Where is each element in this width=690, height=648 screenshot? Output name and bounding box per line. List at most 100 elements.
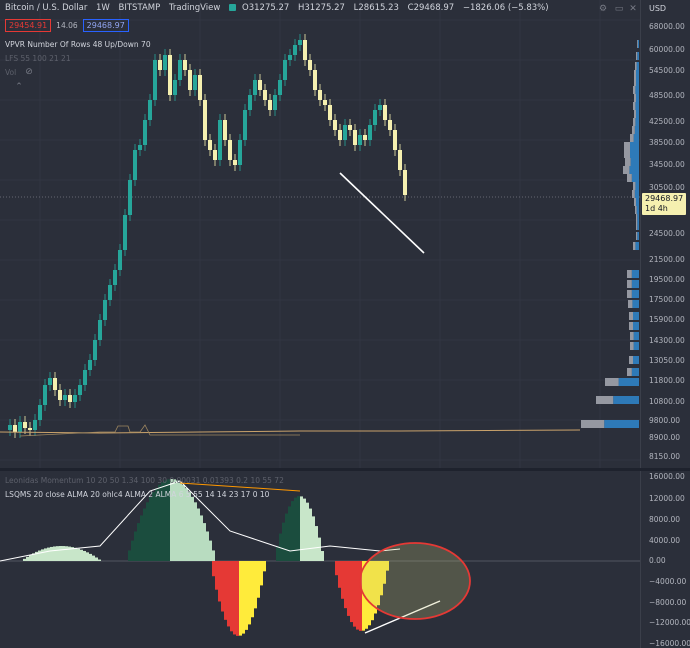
volume-profile-bar-down xyxy=(634,110,636,118)
price-tick: 30500.00 xyxy=(649,183,685,192)
symbol-name[interactable]: Bitcoin / U.S. Dollar xyxy=(5,3,87,13)
volume-profile-bar-up xyxy=(631,174,639,182)
candle xyxy=(293,45,297,55)
volume-profile-bar-down xyxy=(636,232,638,240)
volume-profile-bar-up xyxy=(637,52,639,60)
volume-profile-bar-down xyxy=(605,378,619,386)
eye-icon[interactable]: ⊘ xyxy=(24,67,34,77)
histogram-bar xyxy=(224,561,227,620)
volume-profile-bar-up xyxy=(633,332,639,340)
sell-price-button[interactable]: 29454.91 xyxy=(5,19,52,32)
candle xyxy=(183,60,187,70)
volume-profile-bar-down xyxy=(629,322,633,330)
interval[interactable]: 1W xyxy=(96,3,110,13)
volume-profile-bar-up xyxy=(635,86,639,94)
candle xyxy=(223,120,227,140)
price-tick: 19500.00 xyxy=(649,275,685,284)
histogram-bar xyxy=(353,561,356,627)
histogram-bar xyxy=(239,561,242,636)
histogram-bar xyxy=(209,540,212,561)
trade-panel: 29454.91 14.06 29468.97 xyxy=(5,19,129,32)
price-tick: 8150.00 xyxy=(649,452,681,461)
main-chart-pane[interactable]: Bitcoin / U.S. Dollar 1W BITSTAMP Tradin… xyxy=(0,0,640,468)
price-tick: 24500.00 xyxy=(649,229,685,238)
oscillator-axis[interactable]: 16000.00 12000.00 8000.00 4000.00 0.00 −4000.… xyxy=(640,471,690,648)
histogram-bar xyxy=(59,546,62,561)
histogram-bar xyxy=(300,496,303,561)
last-price-tag: 29468.97 1d 4h xyxy=(642,193,687,215)
low-value: L28615.23 xyxy=(353,3,399,13)
volume-profile-bar-up xyxy=(637,232,639,240)
maximize-icon[interactable]: ▭ xyxy=(614,4,624,14)
candle xyxy=(383,105,387,120)
vpvr-label[interactable]: VPVR Number Of Rows 48 Up/Down 70 xyxy=(5,40,151,49)
oscillator-tick: −4000.00 xyxy=(649,577,687,586)
momentum-label[interactable]: Leonidas Momentum 10 20 50 1.34 100 30 0… xyxy=(5,476,284,485)
price-tick: 17500.00 xyxy=(649,295,685,304)
vol-label[interactable]: Vol xyxy=(5,68,16,77)
volume-profile-bar-up xyxy=(637,214,639,222)
candle xyxy=(198,75,202,100)
volume-profile-bar-up xyxy=(635,102,639,110)
oscillator-tick: −12000.00 xyxy=(649,618,690,627)
candle xyxy=(8,425,12,430)
candle xyxy=(333,120,337,130)
price-axis[interactable]: USD 68000.00 60000.00 54500.00 48500.00 4250… xyxy=(640,0,690,468)
highlight-ellipse xyxy=(359,542,471,620)
volume-profile-bar-up xyxy=(618,378,639,386)
spread-value: 14.06 xyxy=(56,21,78,30)
price-tick: 60000.00 xyxy=(649,45,685,54)
volume-profile-bar-down xyxy=(630,134,634,142)
histogram-bar xyxy=(242,561,245,634)
histogram-bar xyxy=(146,502,149,561)
histogram-bar xyxy=(347,561,350,616)
candle xyxy=(193,75,197,90)
volume-profile-bar-down xyxy=(632,190,635,198)
candle xyxy=(393,130,397,150)
candle xyxy=(338,130,342,140)
change-value: −1826.06 (−5.83%) xyxy=(462,3,549,13)
volume-profile-bar-down xyxy=(634,70,636,78)
oscillator-tick: 12000.00 xyxy=(649,494,685,503)
high-value: H31275.27 xyxy=(297,3,345,13)
currency-label[interactable]: USD xyxy=(649,4,666,13)
histogram-bar xyxy=(248,561,251,625)
candle xyxy=(38,405,42,420)
lfs-label[interactable]: LFS 55 100 21 21 xyxy=(5,54,71,63)
histogram-bar xyxy=(206,531,209,561)
histogram-bar xyxy=(254,561,257,609)
collapse-icon[interactable]: ⌃ xyxy=(14,82,24,92)
candle xyxy=(353,130,357,145)
histogram-bar xyxy=(131,540,134,561)
volume-profile-bar-up xyxy=(630,150,639,158)
indicator-pane[interactable]: Leonidas Momentum 10 20 50 1.34 100 30 0… xyxy=(0,471,640,648)
candle xyxy=(313,70,317,90)
candle xyxy=(283,60,287,80)
volume-profile-bar-up xyxy=(636,206,639,214)
settings-icon[interactable]: ⚙ xyxy=(598,4,608,14)
histogram-bar xyxy=(297,496,300,561)
candle xyxy=(208,140,212,150)
histogram-bar xyxy=(50,546,53,561)
histogram-bar xyxy=(89,553,92,561)
buy-price-button[interactable]: 29468.97 xyxy=(82,19,129,32)
lsqms-label[interactable]: LSQMS 20 close ALMA 20 ohlc4 ALMA 2 ALMA… xyxy=(5,490,269,499)
candle xyxy=(158,60,162,70)
histogram-bar xyxy=(83,550,86,561)
price-chart[interactable] xyxy=(0,0,640,468)
histogram-bar xyxy=(77,548,80,561)
histogram-bar xyxy=(212,561,215,577)
volume-profile-bar-down xyxy=(625,158,631,166)
volume-profile-bar-down xyxy=(627,290,632,298)
histogram-bar xyxy=(218,561,221,602)
price-tick: 34500.00 xyxy=(649,160,685,169)
candle xyxy=(73,395,77,402)
volume-profile-bar-up xyxy=(633,322,639,330)
close-icon[interactable]: ✕ xyxy=(628,4,638,14)
candle xyxy=(138,145,142,150)
histogram-bar xyxy=(98,559,101,561)
histogram-bar xyxy=(285,513,288,561)
volume-profile-bar-down xyxy=(633,118,636,126)
candle xyxy=(273,95,277,110)
candle xyxy=(163,55,167,70)
